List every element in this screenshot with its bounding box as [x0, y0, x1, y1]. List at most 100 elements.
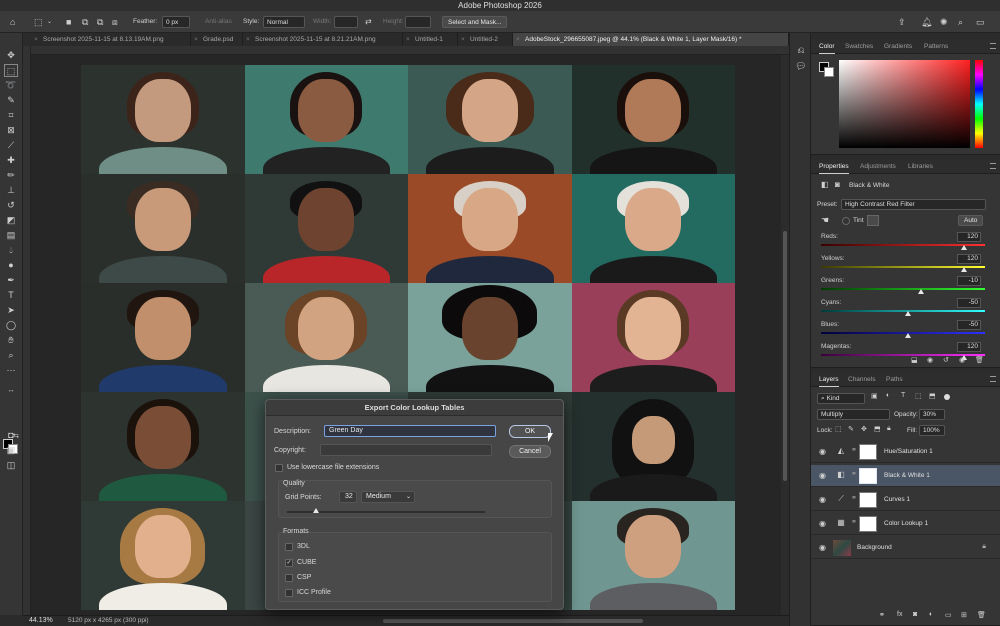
new-layer-icon[interactable]: ⊞ — [961, 611, 967, 619]
more-tools-icon[interactable]: ··· — [4, 364, 18, 377]
grid-points-slider-thumb[interactable] — [313, 508, 319, 513]
visibility-icon[interactable]: ◉ — [959, 356, 965, 364]
frame-tool-icon[interactable]: ⊠ — [4, 124, 18, 137]
hue-slider[interactable] — [975, 60, 983, 148]
pen-tool-icon[interactable]: ✒ — [4, 274, 18, 287]
scroll-thumb[interactable] — [783, 231, 787, 481]
visibility-eye-icon[interactable]: ◉ — [819, 543, 826, 552]
blur-tool-icon[interactable]: 💧︎ — [4, 244, 18, 257]
filter-adjustment-icon[interactable]: ◐ — [886, 392, 890, 399]
close-icon[interactable]: × — [194, 33, 198, 46]
delete-icon[interactable]: 🗑︎ — [975, 356, 984, 364]
cyans-slider-thumb[interactable] — [904, 311, 911, 316]
cyans-value-input[interactable]: -50 — [957, 298, 981, 308]
greens-slider-thumb[interactable] — [918, 289, 925, 294]
edit-toolbar-icon[interactable]: ↔ — [4, 384, 18, 397]
layer-mask-thumbnail[interactable] — [859, 516, 877, 532]
lock-paint-icon[interactable]: ✎ — [848, 425, 854, 433]
comments-icon[interactable]: 💬︎ — [795, 61, 807, 72]
share-icon[interactable]: ⇪ — [898, 16, 906, 28]
home-icon[interactable]: ⌂ — [10, 16, 15, 28]
eraser-tool-icon[interactable]: ◩ — [4, 214, 18, 227]
reds-slider-thumb[interactable] — [960, 245, 967, 250]
move-tool-icon[interactable]: ✥ — [4, 49, 18, 62]
layer-row[interactable]: ◉ Background 🔒︎ — [811, 537, 1000, 559]
panel-menu-icon[interactable] — [990, 43, 996, 49]
blues-slider-thumb[interactable] — [904, 333, 911, 338]
search-icon[interactable]: ⌕ — [958, 16, 963, 28]
brush-tool-icon[interactable]: ✏ — [4, 169, 18, 182]
blend-mode-select[interactable]: Multiply — [817, 409, 890, 420]
document-info[interactable]: 5120 px x 4265 px (300 ppi) — [68, 617, 149, 624]
lasso-tool-icon[interactable]: ➰ — [4, 79, 18, 92]
ok-button[interactable]: OK — [509, 425, 551, 438]
feather-input[interactable]: 0 px — [162, 16, 190, 28]
marquee-tool-icon[interactable]: ⬚ — [4, 64, 18, 77]
link-layers-icon[interactable]: ⚭ — [879, 611, 885, 619]
layer-row[interactable]: ◉ ▦ ⚭ Color Lookup 1 — [811, 513, 1000, 535]
copyright-field[interactable] — [320, 444, 492, 456]
magentas-value-input[interactable]: 120 — [957, 342, 981, 352]
shape-tool-icon[interactable]: ◯ — [4, 319, 18, 332]
doc-tab[interactable]: × Untitled-1 — [403, 33, 458, 46]
layer-mask-thumbnail[interactable] — [859, 492, 877, 508]
type-tool-icon[interactable]: T — [4, 289, 18, 302]
visibility-eye-icon[interactable]: ◉ — [819, 519, 826, 528]
chevron-down-icon[interactable]: ⌄ — [47, 16, 52, 28]
fill-input[interactable]: 100% — [919, 425, 945, 436]
lowercase-extensions-checkbox[interactable] — [275, 464, 283, 472]
greens-value-input[interactable]: -10 — [957, 276, 981, 286]
tab-swatches[interactable]: Swatches — [845, 40, 873, 54]
new-selection-icon[interactable]: ■ — [66, 16, 71, 28]
layer-mask-thumbnail[interactable] — [859, 444, 877, 460]
layer-filter-select[interactable]: ⌕ Kind — [817, 393, 865, 404]
visibility-eye-icon[interactable]: ◉ — [819, 447, 826, 456]
link-icon[interactable]: ⚭ — [851, 494, 857, 502]
link-icon[interactable]: ⚭ — [851, 446, 857, 454]
select-and-mask-button[interactable]: Select and Mask... — [442, 16, 508, 28]
color-field[interactable] — [839, 60, 970, 148]
healing-brush-tool-icon[interactable]: ✚ — [4, 154, 18, 167]
filter-type-icon[interactable]: T — [901, 392, 905, 399]
layer-row[interactable]: ◉ ⟋ ⚭ Curves 1 — [811, 489, 1000, 511]
new-adjustment-icon[interactable]: ◐ — [929, 611, 933, 618]
gradient-tool-icon[interactable]: ▤ — [4, 229, 18, 242]
add-selection-icon[interactable]: ⧉ — [82, 16, 88, 28]
screen-mode-icon[interactable]: ▣ — [4, 444, 18, 457]
workspace-icon[interactable]: ▭ — [976, 16, 985, 28]
visibility-eye-icon[interactable]: ◉ — [819, 495, 826, 504]
add-mask-icon[interactable]: ◙ — [913, 611, 917, 618]
targeted-adjustment-icon[interactable]: ☚ — [821, 215, 829, 226]
dodge-tool-icon[interactable]: ● — [4, 259, 18, 272]
grid-points-input[interactable]: 32 — [339, 491, 357, 503]
tab-paths[interactable]: Paths — [886, 373, 903, 387]
lock-position-icon[interactable]: ✥ — [861, 425, 867, 433]
description-field[interactable]: Green Day — [324, 425, 496, 437]
bell-icon[interactable]: 🔔︎ — [921, 16, 932, 28]
close-icon[interactable]: × — [516, 33, 520, 46]
layer-row[interactable]: ◉ ◭ ⚭ Hue/Saturation 1 — [811, 441, 1000, 463]
layer-row-selected[interactable]: ◉ ◧ ⚭ Black & White 1 — [811, 465, 1000, 487]
height-input[interactable] — [405, 16, 431, 28]
close-icon[interactable]: × — [461, 33, 465, 46]
tab-color[interactable]: Color — [819, 40, 835, 54]
doc-tab[interactable]: × Untitled-2 — [458, 33, 513, 46]
horizontal-scrollbar[interactable] — [383, 619, 643, 623]
grid-quality-select[interactable]: Medium ⌄ — [361, 491, 415, 503]
panel-menu-icon[interactable] — [990, 163, 996, 169]
lock-all-icon[interactable]: 🔒︎ — [887, 425, 891, 433]
new-group-icon[interactable]: ▭ — [945, 611, 952, 619]
clip-to-layer-icon[interactable]: ⬓ — [911, 356, 918, 364]
reds-value-input[interactable]: 120 — [957, 232, 981, 242]
history-icon[interactable]: ⎌ — [795, 45, 807, 56]
width-input[interactable] — [334, 16, 358, 28]
background-thumbnail[interactable] — [833, 540, 851, 556]
tint-checkbox[interactable] — [842, 217, 850, 225]
quick-select-tool-icon[interactable]: ✎ — [4, 94, 18, 107]
tab-libraries[interactable]: Libraries — [908, 160, 933, 174]
lock-pixels-icon[interactable]: ⬚ — [835, 425, 842, 433]
blues-slider[interactable] — [821, 332, 985, 334]
blues-value-input[interactable]: -50 — [957, 320, 981, 330]
quick-mask-icon[interactable]: ◘ — [4, 429, 18, 442]
yellows-value-input[interactable]: 120 — [957, 254, 981, 264]
